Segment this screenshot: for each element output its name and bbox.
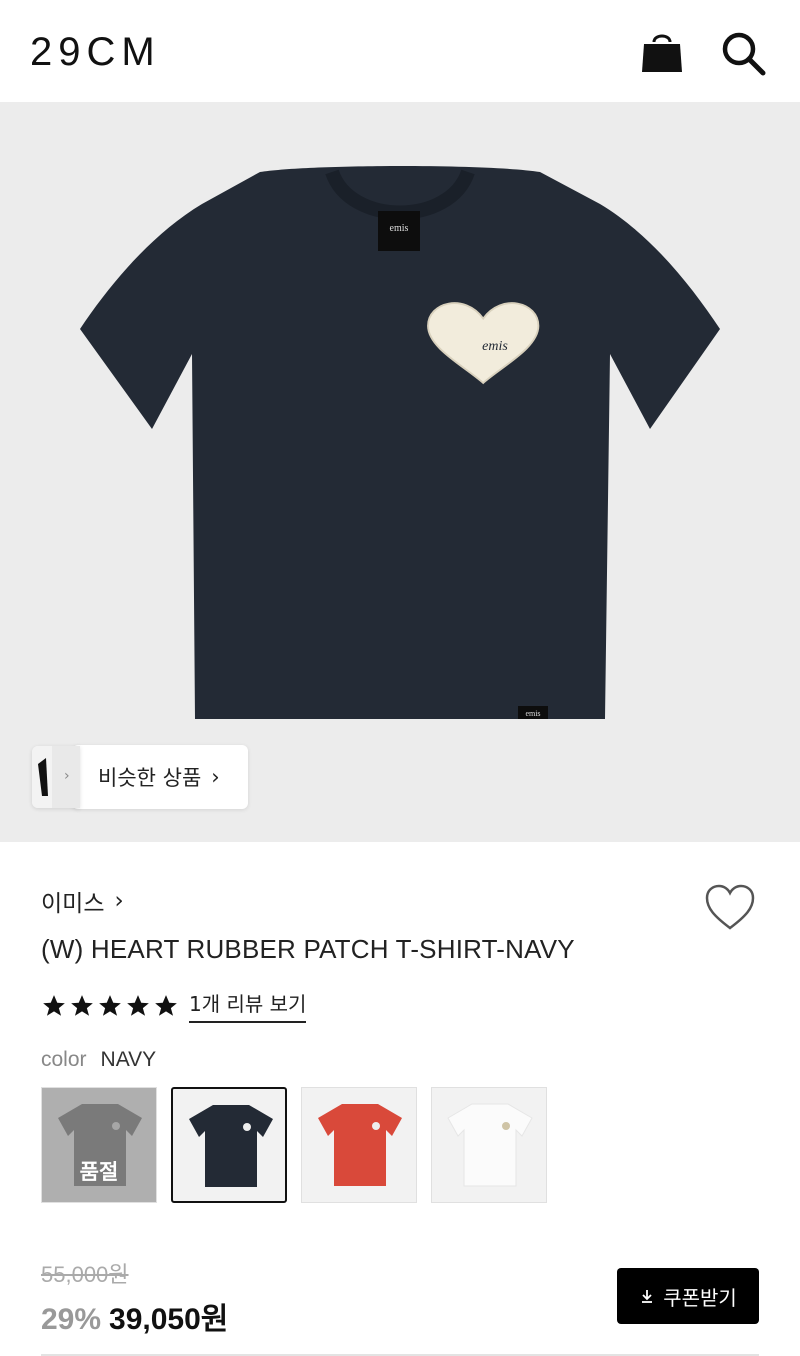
- svg-text:emis: emis: [525, 709, 540, 718]
- swatch-white[interactable]: [431, 1087, 547, 1203]
- similar-thumbnail: ›: [32, 746, 80, 808]
- star-rating: [41, 993, 179, 1019]
- heart-outline-icon[interactable]: [704, 884, 756, 932]
- svg-text:›: ›: [64, 768, 70, 784]
- shopping-bag-icon[interactable]: [638, 28, 686, 76]
- sold-out-label: 품절: [79, 1160, 119, 1184]
- product-title: (W) HEART RUBBER PATCH T-SHIRT-NAVY: [41, 934, 575, 964]
- brand-link[interactable]: 이미스 ›: [41, 884, 124, 918]
- coupon-label: 쿠폰받기: [663, 1285, 737, 1310]
- search-icon[interactable]: [718, 28, 768, 78]
- similar-products-button[interactable]: 비슷한 상품 ›: [72, 745, 248, 809]
- chevron-right-icon: ›: [114, 888, 124, 914]
- review-link[interactable]: 1개 리뷰 보기: [189, 988, 307, 1023]
- similar-products-label: 비슷한 상품: [98, 766, 202, 790]
- color-label: color: [41, 1048, 87, 1071]
- color-value: NAVY: [100, 1048, 157, 1071]
- swatch-red[interactable]: [301, 1087, 417, 1203]
- star-icon: [99, 994, 121, 1016]
- color-option-row: color NAVY: [41, 1048, 156, 1072]
- discount-rate: 29%: [41, 1303, 102, 1336]
- chevron-right-icon: ›: [211, 765, 220, 789]
- similar-products[interactable]: › 비슷한 상품 ›: [32, 744, 248, 810]
- star-icon: [43, 994, 65, 1016]
- original-price: 55,000원: [41, 1262, 129, 1287]
- color-swatches: 품절: [41, 1087, 547, 1203]
- star-icon: [71, 994, 93, 1016]
- product-image-area[interactable]: emis emis emis › 비슷한 상품 ›: [0, 102, 800, 842]
- price-row: 29% 39,050원: [41, 1294, 228, 1338]
- coupon-button[interactable]: 쿠폰받기: [617, 1268, 759, 1324]
- svg-text:emis: emis: [482, 339, 508, 354]
- site-logo[interactable]: 29CM: [30, 30, 161, 74]
- sale-price: 39,050원: [109, 1303, 229, 1336]
- star-icon: [155, 994, 177, 1016]
- swatch-gray-soldout[interactable]: 품절: [41, 1087, 157, 1203]
- brand-name: 이미스: [41, 891, 105, 917]
- svg-text:emis: emis: [390, 223, 409, 234]
- swatch-navy[interactable]: [171, 1087, 287, 1203]
- download-icon: [642, 1290, 653, 1303]
- rating-row: 1개 리뷰 보기: [41, 988, 307, 1023]
- star-icon: [127, 994, 149, 1016]
- top-bar: 29CM: [0, 0, 800, 102]
- navy-tshirt-image: emis emis emis: [80, 166, 720, 719]
